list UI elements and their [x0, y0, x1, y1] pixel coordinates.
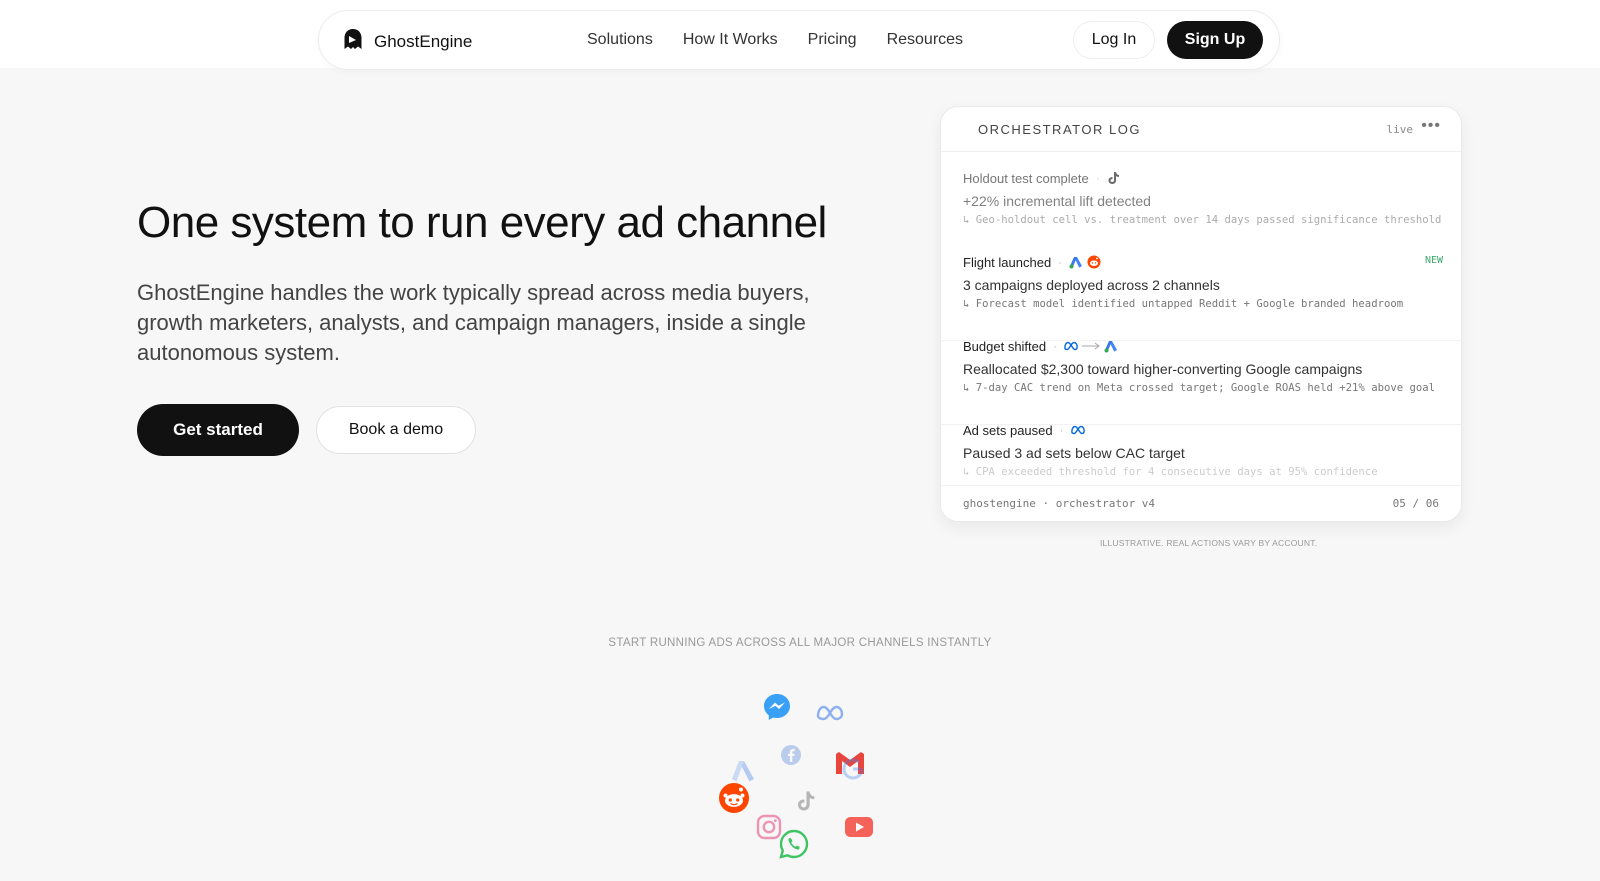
channel-icon-cluster [700, 690, 900, 870]
log-entry-flight: Flight launched · NEW 3 campaigns deploy… [963, 254, 1443, 311]
reddit-icon [1087, 255, 1101, 269]
log-title: ORCHESTRATOR LOG [978, 122, 1141, 137]
log-footer-version: ghostengine · orchestrator v4 [963, 497, 1156, 510]
entry-title: Ad sets paused [963, 422, 1053, 438]
brand[interactable]: GhostEngine [343, 28, 472, 55]
entry-detail: ↳ Forecast model identified untapped Red… [963, 298, 1404, 310]
live-status: live [1386, 123, 1414, 136]
top-navbar: GhostEngine Solutions How It Works Prici… [318, 10, 1280, 70]
nav-resources[interactable]: Resources [887, 31, 963, 49]
entry-summary: 3 campaigns deployed across 2 channels [963, 277, 1220, 293]
google-ads-icon [1104, 339, 1118, 353]
google-ads-icon [1069, 255, 1083, 269]
whatsapp-icon [778, 828, 810, 865]
ghostengine-logo-icon [343, 28, 363, 55]
entry-summary: Reallocated $2,300 toward higher-convert… [963, 361, 1363, 377]
entry-detail: ↳ Geo-holdout cell vs. treatment over 14… [963, 214, 1442, 226]
meta-icon [1070, 423, 1085, 437]
entry-title: Holdout test complete [963, 170, 1089, 186]
arrow-right-icon [1080, 339, 1102, 353]
get-started-button[interactable]: Get started [137, 404, 299, 456]
nav-how-it-works[interactable]: How It Works [683, 31, 778, 49]
nav-links: Solutions How It Works Pricing Resources [587, 31, 963, 49]
hero-subtitle: GhostEngine handles the work typically s… [137, 280, 810, 365]
tiktok-icon [796, 790, 816, 817]
entry-detail: ↳ CPA exceeded threshold for 4 consecuti… [963, 466, 1378, 478]
more-options-icon[interactable]: ••• [1421, 117, 1441, 135]
log-entry-paused: Ad sets paused · Paused 3 ad sets below … [963, 421, 1443, 479]
entry-detail: ↳ 7-day CAC trend on Meta crossed target… [963, 382, 1435, 394]
nav-solutions[interactable]: Solutions [587, 31, 653, 49]
youtube-icon [844, 816, 874, 843]
google-icon [840, 756, 866, 787]
orchestrator-log-card: ORCHESTRATOR LOG live ••• Holdout test c… [940, 106, 1462, 522]
log-header: ORCHESTRATOR LOG live ••• [941, 107, 1461, 152]
meta-icon [816, 705, 844, 726]
messenger-icon [762, 692, 792, 727]
login-button[interactable]: Log In [1073, 21, 1155, 59]
log-entry-holdout: Holdout test complete · +22% incremental… [963, 170, 1442, 227]
hero-title: One system to run every ad channel [137, 198, 827, 247]
disclaimer: ILLUSTRATIVE. REAL ACTIONS VARY BY ACCOU… [1100, 538, 1318, 548]
meta-icon [1064, 339, 1078, 353]
log-pagination: 05 / 06 [1392, 497, 1439, 510]
facebook-icon [780, 744, 802, 771]
brand-name: GhostEngine [374, 31, 473, 51]
signup-button[interactable]: Sign Up [1167, 21, 1263, 59]
nav-pricing[interactable]: Pricing [808, 31, 857, 49]
log-footer: ghostengine · orchestrator v4 05 / 06 [941, 485, 1461, 521]
entry-title: Flight launched [963, 254, 1052, 270]
new-badge: NEW [1424, 255, 1443, 266]
log-entry-budget: Budget shifted · Reallocated $2,300 towa… [963, 337, 1443, 395]
entry-summary: +22% incremental lift detected [963, 193, 1151, 209]
tiktok-icon [1107, 171, 1121, 185]
channels-caption: START RUNNING ADS ACROSS ALL MAJOR CHANN… [608, 637, 992, 649]
entry-title: Budget shifted [963, 338, 1047, 354]
entry-summary: Paused 3 ad sets below CAC target [963, 445, 1185, 461]
reddit-icon [718, 782, 750, 819]
book-demo-button[interactable]: Book a demo [316, 406, 476, 454]
